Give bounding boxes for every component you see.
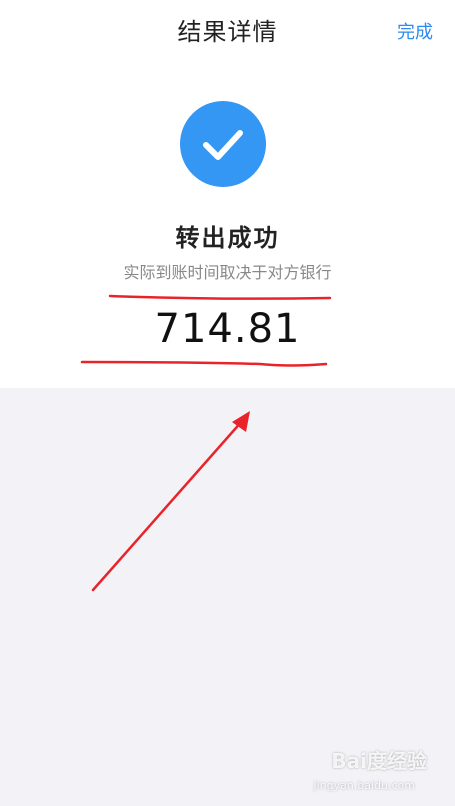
- annotation-arrow-shaft: [91, 418, 245, 592]
- checkmark-icon: [203, 130, 243, 160]
- annotation-arrow-head: [232, 411, 250, 432]
- amount-value: 714.81: [154, 306, 301, 352]
- success-icon: [180, 101, 266, 187]
- watermark-url: jingyan.baidu.com: [313, 779, 415, 792]
- result-panel: 结果详情 完成 转出成功 实际到账时间取决于对方银行 714.81: [0, 0, 455, 388]
- watermark-logo: Bai度经验: [331, 749, 427, 773]
- page-title: 结果详情: [177, 18, 278, 46]
- done-button[interactable]: 完成: [397, 18, 433, 44]
- status-subtitle: 实际到账时间取决于对方银行: [123, 263, 332, 282]
- status-title: 转出成功: [175, 224, 280, 252]
